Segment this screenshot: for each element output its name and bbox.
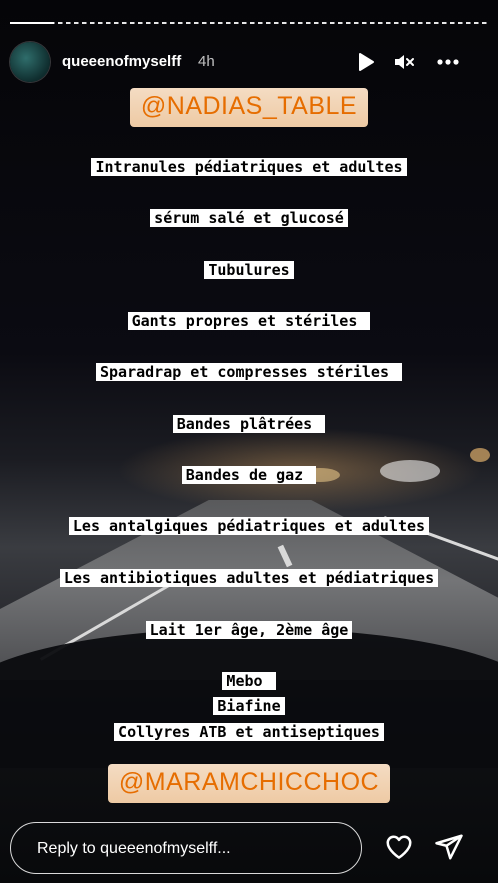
story-text: Intranules pédiatriques et adultes <box>91 158 407 176</box>
username[interactable]: queeenofmyselff <box>62 53 181 70</box>
reply-input[interactable] <box>35 836 339 862</box>
story-text: Bandes plâtrées <box>172 415 326 433</box>
avatar[interactable] <box>10 42 50 82</box>
story-text: Tubulures <box>204 261 294 279</box>
story-text-line: Les antibiotiques adultes et pédiatrique… <box>0 568 498 587</box>
time-ago: 4h <box>198 53 215 70</box>
play-icon[interactable] <box>353 50 377 74</box>
story-progress-bar <box>10 22 488 24</box>
story-text: Gants propres et stériles <box>127 312 371 330</box>
story-text: Sparadrap et compresses stériles <box>95 363 402 381</box>
story-text: Collyres ATB et antiseptiques <box>114 723 384 741</box>
top-mention[interactable]: @NADIAS_TABLE <box>129 88 369 127</box>
story-header: queeenofmyselff 4h <box>10 42 488 82</box>
story-text: sérum salé et glucosé <box>150 209 348 227</box>
muted-speaker-icon[interactable] <box>392 50 416 74</box>
more-icon[interactable] <box>436 50 460 74</box>
story-text-line: Les antalgiques pédiatriques et adultes <box>0 516 498 535</box>
reply-box[interactable] <box>10 822 362 874</box>
heart-icon[interactable] <box>384 832 414 862</box>
light-glow <box>380 460 440 482</box>
story-text: Les antalgiques pédiatriques et adultes <box>68 517 430 535</box>
light-glow <box>470 448 490 462</box>
story-text: Les antibiotiques adultes et pédiatrique… <box>59 569 439 587</box>
story-text: Biafine <box>213 697 285 715</box>
story-text: Lait 1er âge, 2ème âge <box>145 621 353 639</box>
story-background <box>0 0 498 883</box>
bottom-mention[interactable]: @MARAMCHICCHOC <box>107 764 391 803</box>
story-progress-active <box>10 22 54 24</box>
bottom-mention-sticker[interactable]: @MARAMCHICCHOC <box>0 764 498 803</box>
story-text: Mebo <box>222 672 276 690</box>
top-mention-sticker[interactable]: @NADIAS_TABLE <box>0 88 498 127</box>
story-text: Bandes de gaz <box>181 466 317 484</box>
send-icon[interactable] <box>434 832 464 862</box>
